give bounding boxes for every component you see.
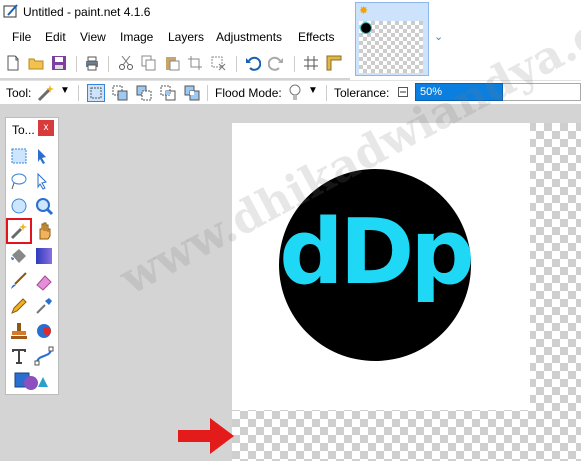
crop-to-selection-icon[interactable] (187, 55, 203, 71)
tolerance-minus-icon[interactable] (398, 87, 408, 97)
magic-wand-icon[interactable] (37, 84, 55, 102)
new-document-star-icon: ✸ (359, 5, 369, 17)
print-icon[interactable] (84, 55, 100, 71)
redo-icon[interactable] (268, 55, 284, 71)
paste-icon[interactable] (164, 55, 180, 71)
chevron-down-icon[interactable]: ⌄ (434, 30, 443, 43)
document-thumbnail[interactable]: ✸ (355, 2, 429, 76)
flood-mode-label: Flood Mode: (215, 86, 282, 100)
save-icon[interactable] (51, 55, 67, 71)
menu-edit[interactable]: Edit (45, 30, 66, 44)
menu-adjustments[interactable]: Adjustments (216, 30, 282, 44)
logo-text: dDp (279, 200, 475, 305)
clone-stamp-icon[interactable] (9, 321, 29, 341)
ellipse-select-icon[interactable] (9, 196, 29, 216)
menu-file[interactable]: File (12, 30, 31, 44)
cut-icon[interactable] (118, 55, 134, 71)
text-tool-icon[interactable] (9, 346, 29, 366)
separator (326, 85, 327, 101)
eraser-icon[interactable] (34, 271, 54, 291)
copy-icon[interactable] (141, 55, 157, 71)
gradient-icon[interactable] (34, 246, 54, 266)
paintbrush-icon[interactable] (9, 271, 29, 291)
thumbnail-logo (360, 22, 372, 34)
red-arrow-icon (178, 418, 234, 454)
menu-effects[interactable]: Effects (298, 30, 334, 44)
selection-mode-invert-icon[interactable] (183, 84, 201, 102)
chevron-down-icon[interactable]: ▼ (60, 85, 70, 96)
line-curve-icon[interactable] (34, 346, 54, 366)
grid-icon[interactable] (303, 55, 319, 71)
separator (236, 56, 237, 72)
close-icon[interactable]: x (38, 120, 54, 136)
pan-hand-icon[interactable] (34, 221, 54, 241)
separator (76, 56, 77, 72)
menu-bar: File Edit View Image Layers Adjustments … (0, 24, 350, 50)
selection-mode-exclude-icon[interactable] (135, 84, 153, 102)
separator (207, 85, 208, 101)
paintnet-app-icon (3, 4, 18, 18)
recolor-icon[interactable] (34, 321, 54, 341)
menu-layers[interactable]: Layers (168, 30, 204, 44)
color-picker-icon[interactable] (34, 296, 54, 316)
lightbulb-icon[interactable] (288, 83, 302, 102)
selection-mode-union-icon[interactable] (111, 84, 129, 102)
menu-image[interactable]: Image (120, 30, 153, 44)
ruler-icon[interactable] (326, 55, 342, 71)
selection-mode-intersect-icon[interactable] (159, 84, 177, 102)
move-selection-icon[interactable] (34, 171, 54, 191)
tools-panel: To... x (5, 117, 59, 395)
tools-panel-title: To... (12, 123, 35, 137)
rectangle-select-icon[interactable] (9, 146, 29, 166)
main-toolbar (0, 50, 350, 78)
new-file-icon[interactable] (5, 55, 21, 71)
tool-label: Tool: (6, 86, 32, 100)
move-selected-icon[interactable] (34, 146, 54, 166)
zoom-icon[interactable] (34, 196, 54, 216)
magic-wand-tool-icon[interactable] (6, 218, 32, 244)
menu-view[interactable]: View (80, 30, 106, 44)
deselect-icon[interactable] (210, 55, 226, 71)
open-folder-icon[interactable] (28, 55, 44, 71)
lasso-select-icon[interactable] (9, 171, 29, 191)
tolerance-label: Tolerance: (334, 86, 390, 100)
shapes-icon[interactable] (14, 371, 48, 391)
pencil-icon[interactable] (9, 296, 29, 316)
window-title: Untitled - paint.net 4.1.6 (23, 5, 151, 19)
selection-mode-replace-icon[interactable] (87, 84, 105, 102)
separator (108, 56, 109, 72)
chevron-down-icon[interactable]: ▼ (308, 85, 318, 96)
undo-icon[interactable] (245, 55, 261, 71)
paint-bucket-icon[interactable] (9, 246, 29, 266)
separator (78, 85, 79, 101)
separator (294, 56, 295, 72)
